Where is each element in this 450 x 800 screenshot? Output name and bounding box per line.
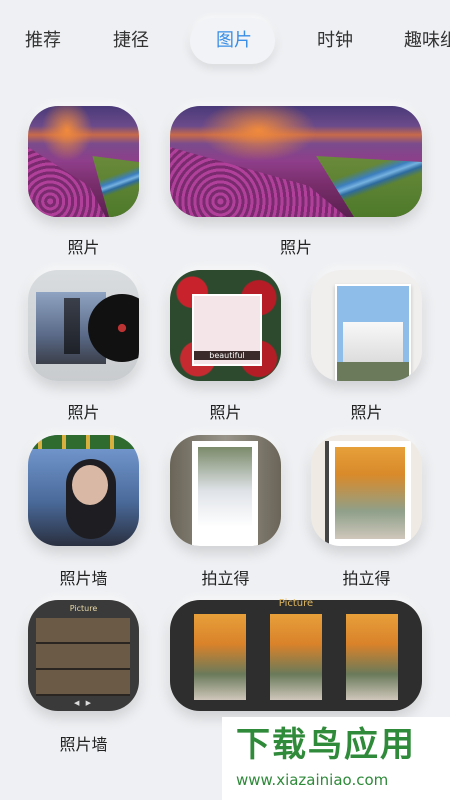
photo-wall-widget-bears[interactable]: Picture ◀ ▶ xyxy=(28,600,139,711)
watermark-logo: 下载鸟应用 www.xiazainiao.com xyxy=(222,717,450,800)
polaroid-widget-1[interactable] xyxy=(170,435,281,546)
widget-label: 照片 xyxy=(67,403,100,422)
photo-widget-wide[interactable] xyxy=(170,106,422,217)
widget-label: 照片墙 xyxy=(59,735,108,754)
photo-frame xyxy=(335,284,411,381)
polaroid-photo xyxy=(198,447,252,527)
strip-photo-1 xyxy=(194,614,246,700)
widget-header: Picture xyxy=(278,598,314,609)
widget-label: 照片 xyxy=(279,238,312,257)
ground-image xyxy=(337,362,409,381)
tab-pictures[interactable]: 图片 xyxy=(216,29,252,53)
photo-widget-vinyl[interactable] xyxy=(28,270,139,381)
polaroid-frame xyxy=(325,441,411,546)
album-art-tower xyxy=(64,298,80,354)
bear-shelf-image xyxy=(36,618,130,696)
portrait-face xyxy=(72,465,108,505)
category-tab-bar: 推荐 捷径 图片 时钟 趣味组 xyxy=(0,0,450,80)
tab-recommended[interactable]: 推荐 xyxy=(25,29,61,53)
photo-widget-castle[interactable] xyxy=(311,270,422,381)
tab-clock[interactable]: 时钟 xyxy=(317,29,353,53)
photo-widget-roses[interactable]: beautiful xyxy=(170,270,281,381)
photo-widget-small[interactable] xyxy=(28,106,139,217)
polaroid-frame xyxy=(192,441,258,546)
photo-card: beautiful xyxy=(192,294,262,366)
tab-shortcuts[interactable]: 捷径 xyxy=(113,29,149,53)
widget-header: Picture xyxy=(69,604,98,613)
polaroid-widget-2[interactable] xyxy=(311,435,422,546)
christmas-garland xyxy=(28,435,139,449)
watermark-url: www.xiazainiao.com xyxy=(236,771,389,789)
strip-photo-3 xyxy=(346,614,398,700)
widget-label: 照片 xyxy=(350,403,383,422)
widget-label: 拍立得 xyxy=(342,569,391,588)
watermark-title: 下载鸟应用 xyxy=(236,725,416,765)
widget-controls: ◀ ▶ xyxy=(74,699,93,707)
widget-label: 照片墙 xyxy=(59,569,108,588)
widget-label: 照片 xyxy=(67,238,100,257)
widget-label: 照片 xyxy=(209,403,242,422)
polaroid-photo xyxy=(335,447,405,539)
tulip-strip-widget[interactable]: Picture xyxy=(170,598,422,711)
strip-photo-2 xyxy=(270,614,322,700)
photo-wall-widget[interactable] xyxy=(28,435,139,546)
tab-fun[interactable]: 趣味组 xyxy=(404,29,450,53)
widget-label: 拍立得 xyxy=(201,569,250,588)
card-caption: beautiful xyxy=(194,351,260,360)
castle-image xyxy=(343,322,403,362)
